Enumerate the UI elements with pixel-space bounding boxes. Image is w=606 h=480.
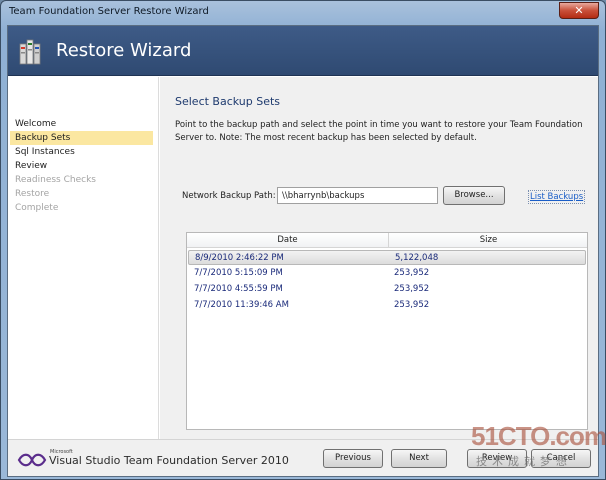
watermark-sub: 技术成就梦想 (476, 455, 572, 468)
nav-step-complete: Complete (15, 203, 59, 213)
row-size: 253,952 (394, 268, 430, 278)
table-row[interactable]: 8/9/2010 2:46:22 PM 5,122,048 (188, 250, 586, 265)
wizard-window: Team Foundation Server Restore Wizard ✕ … (0, 0, 606, 480)
tfs-logo-icon (19, 39, 41, 65)
row-size: 253,952 (394, 300, 430, 310)
instructions-text: Point to the backup path and select the … (175, 120, 583, 143)
table-row[interactable]: 7/7/2010 11:39:46 AM 253,952 (188, 298, 586, 313)
row-date: 7/7/2010 5:15:09 PM (194, 268, 283, 278)
backup-sets-table: Date Size 8/9/2010 2:46:22 PM 5,122,048 … (186, 232, 588, 430)
list-backups-link[interactable]: List Backups (528, 190, 586, 204)
column-header-date[interactable]: Date (187, 233, 389, 248)
nav-step-sql-instances[interactable]: Sql Instances (10, 145, 153, 159)
row-date: 7/7/2010 11:39:46 AM (194, 300, 289, 310)
row-date: 8/9/2010 2:46:22 PM (195, 253, 284, 263)
previous-button[interactable]: Previous (323, 449, 383, 468)
wizard-steps-nav: Welcome Backup Sets Sql Instances Review… (8, 77, 159, 439)
column-header-size[interactable]: Size (390, 233, 587, 248)
nav-step-welcome[interactable]: Welcome (10, 117, 153, 131)
wizard-title: Restore Wizard (56, 40, 192, 61)
next-button[interactable]: Next (391, 449, 447, 468)
brand-name: Visual Studio Team Foundation Server 201… (49, 454, 289, 467)
section-title: Select Backup Sets (175, 95, 281, 108)
wizard-header: Restore Wizard (8, 26, 598, 76)
row-size: 5,122,048 (395, 253, 439, 263)
table-row[interactable]: 7/7/2010 4:55:59 PM 253,952 (188, 282, 586, 297)
browse-button[interactable]: Browse... (443, 186, 505, 205)
row-size: 253,952 (394, 284, 430, 294)
close-icon: ✕ (574, 4, 584, 17)
nav-step-readiness-checks: Readiness Checks (15, 175, 96, 185)
watermark: 51CTO.com 技术成就梦想 (471, 421, 606, 476)
table-row[interactable]: 7/7/2010 5:15:09 PM 253,952 (188, 266, 586, 281)
nav-step-backup-sets[interactable]: Backup Sets (10, 131, 153, 145)
watermark-main: 51CTO.com (471, 421, 606, 451)
wizard-client-area: Restore Wizard Welcome Backup Sets Sql I… (7, 25, 599, 477)
row-date: 7/7/2010 4:55:59 PM (194, 284, 283, 294)
backup-path-label: Network Backup Path: (182, 191, 276, 201)
backup-sets-panel: Select Backup Sets Point to the backup p… (160, 77, 598, 439)
close-button[interactable]: ✕ (559, 2, 599, 19)
visual-studio-logo-icon (17, 453, 47, 467)
backup-path-input[interactable] (277, 187, 438, 204)
window-title: Team Foundation Server Restore Wizard (9, 6, 209, 17)
title-bar[interactable]: Team Foundation Server Restore Wizard ✕ (1, 1, 605, 23)
nav-step-restore: Restore (15, 189, 50, 199)
nav-step-review[interactable]: Review (10, 159, 153, 173)
table-header: Date Size (187, 233, 587, 248)
